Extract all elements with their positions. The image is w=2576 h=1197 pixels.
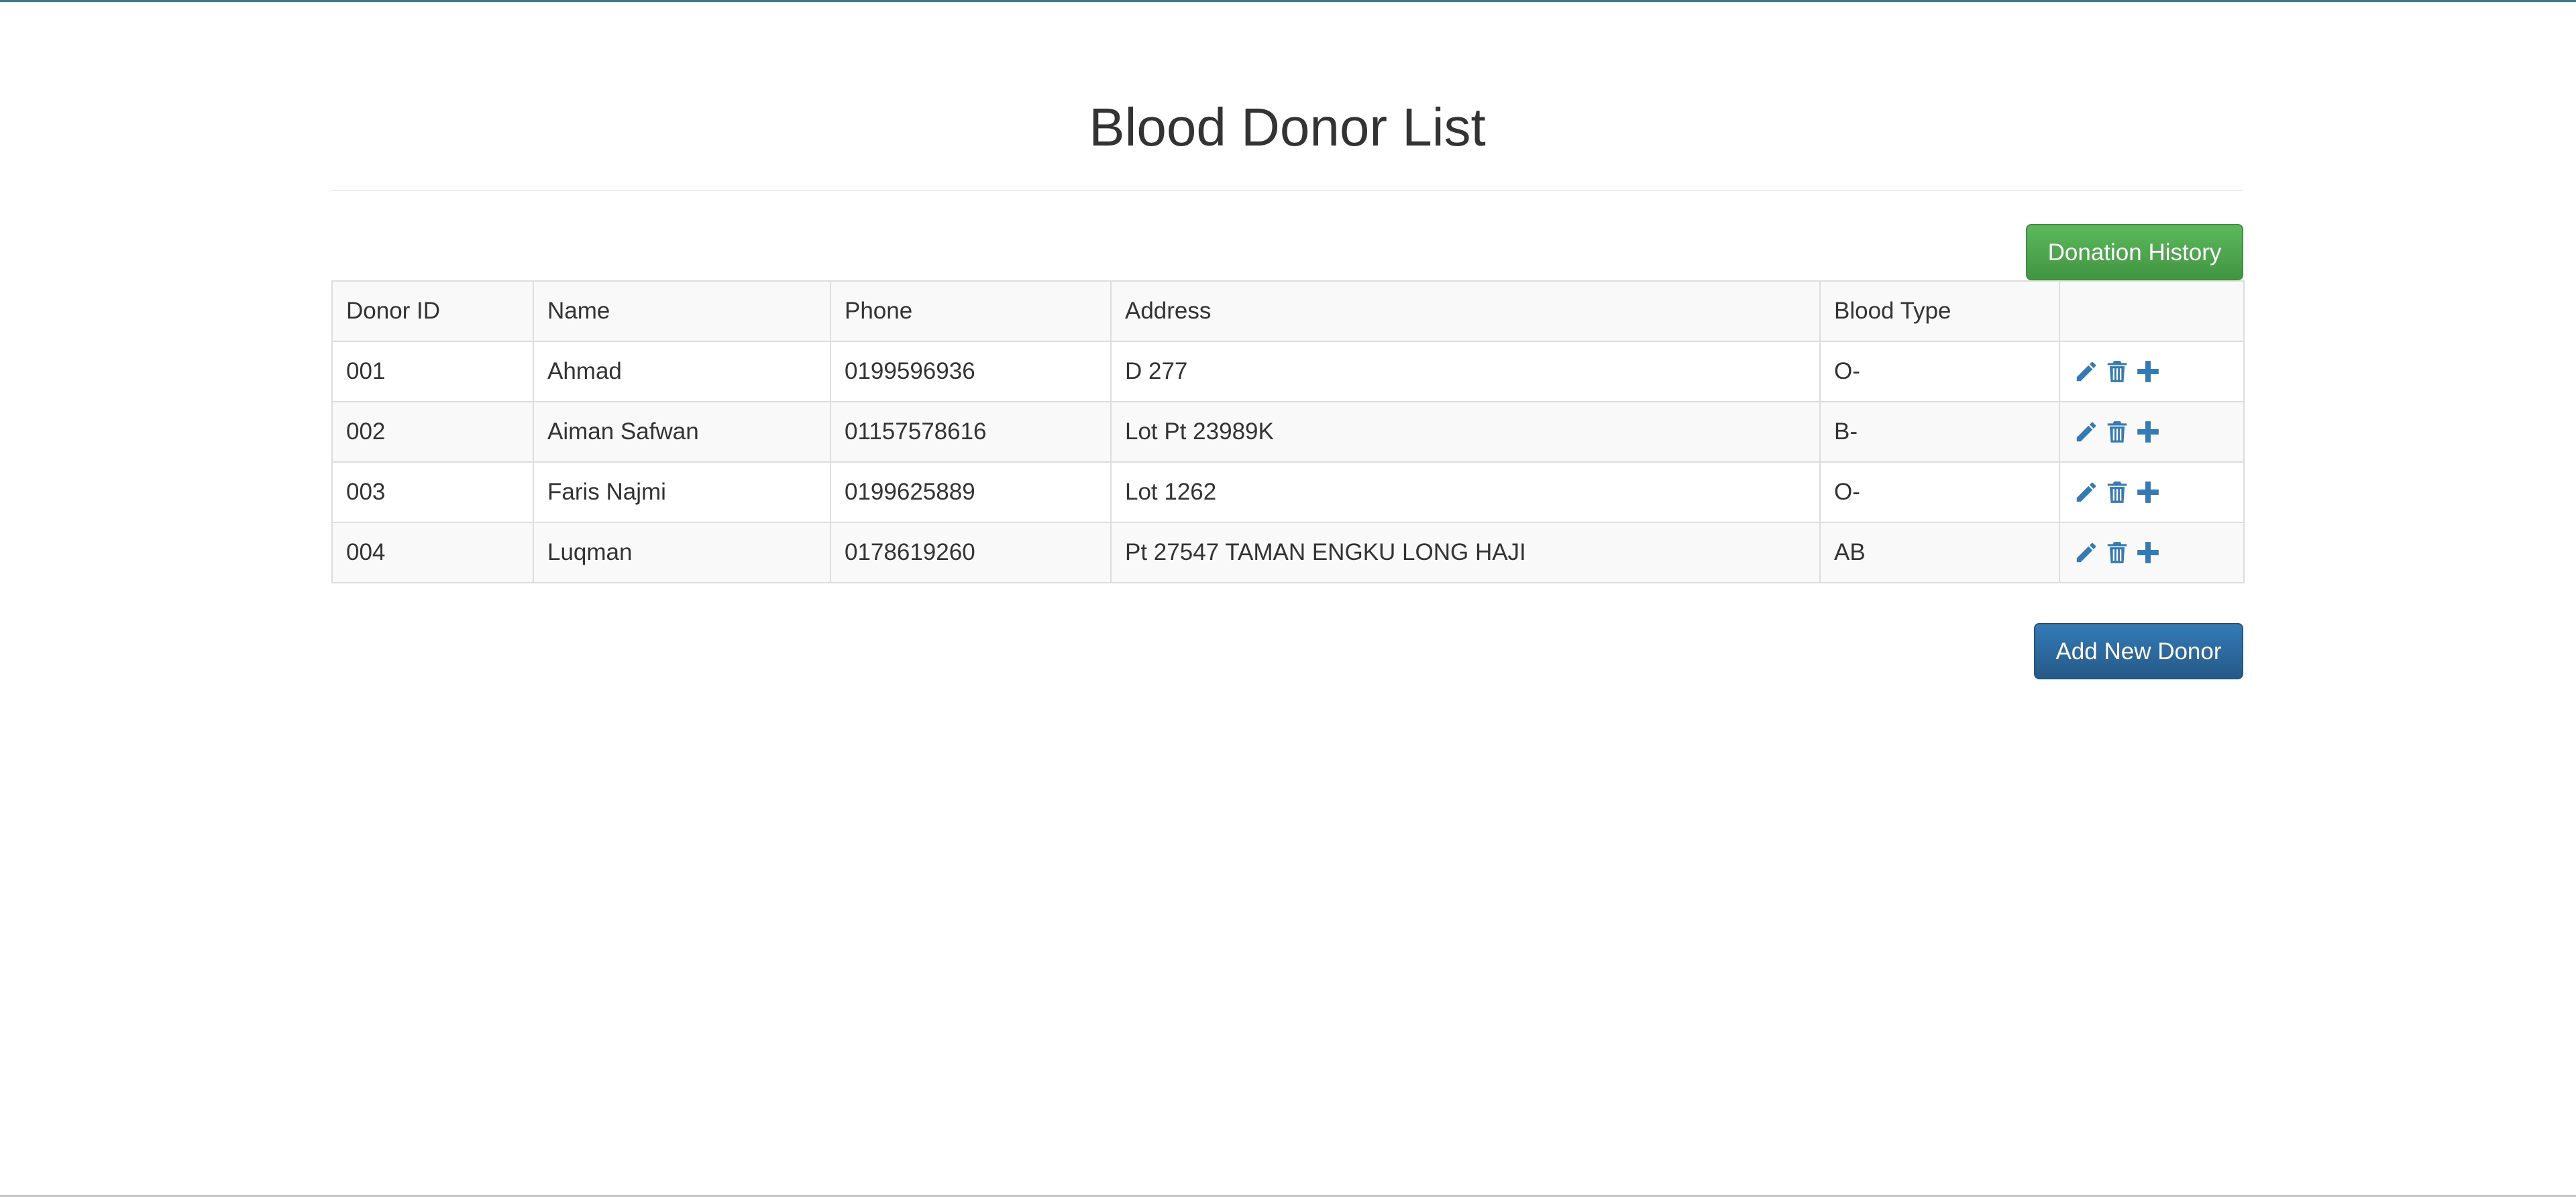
cell-name: Luqman bbox=[533, 522, 831, 583]
row-actions bbox=[2074, 359, 2230, 384]
cell-phone: 0199625889 bbox=[830, 461, 1112, 523]
plus-icon[interactable] bbox=[2135, 479, 2161, 505]
cell-address: Pt 27547 TAMAN ENGKU LONG HAJI bbox=[1110, 522, 1821, 583]
page-header: Blood Donor List bbox=[331, 0, 2243, 191]
cell-address: Lot 1262 bbox=[1110, 461, 1821, 523]
cell-phone: 01157578616 bbox=[830, 401, 1112, 463]
cell-name: Ahmad bbox=[533, 341, 831, 402]
pencil-icon[interactable] bbox=[2074, 540, 2099, 565]
cell-blood-type: O- bbox=[1819, 341, 2060, 402]
cell-actions bbox=[2059, 461, 2245, 523]
cell-donor-id: 003 bbox=[331, 461, 534, 523]
header-phone: Phone bbox=[830, 280, 1112, 342]
cell-phone: 0199596936 bbox=[830, 341, 1112, 402]
header-actions bbox=[2059, 280, 2245, 342]
cell-name: Faris Najmi bbox=[533, 461, 831, 523]
header-address: Address bbox=[1110, 280, 1821, 342]
cell-address: Lot Pt 23989K bbox=[1110, 401, 1821, 463]
trash-icon[interactable] bbox=[2104, 479, 2130, 505]
trash-icon[interactable] bbox=[2104, 359, 2130, 384]
cell-actions bbox=[2059, 341, 2245, 402]
donor-table: Donor ID Name Phone Address Blood Type 0… bbox=[331, 280, 2245, 583]
cell-phone: 0178619260 bbox=[830, 522, 1112, 583]
plus-icon[interactable] bbox=[2135, 540, 2161, 565]
trash-icon[interactable] bbox=[2104, 540, 2130, 565]
plus-icon[interactable] bbox=[2135, 419, 2161, 445]
cell-blood-type: AB bbox=[1819, 522, 2060, 583]
row-actions bbox=[2074, 540, 2230, 565]
cell-address: D 277 bbox=[1110, 341, 1821, 402]
cell-name: Aiman Safwan bbox=[533, 401, 831, 463]
table-row: 003 Faris Najmi 0199625889 Lot 1262 O- bbox=[331, 461, 2245, 523]
cell-blood-type: O- bbox=[1819, 461, 2060, 523]
plus-icon[interactable] bbox=[2135, 359, 2161, 384]
cell-actions bbox=[2059, 522, 2245, 583]
cell-donor-id: 002 bbox=[331, 401, 534, 463]
cell-actions bbox=[2059, 401, 2245, 463]
cell-donor-id: 001 bbox=[331, 341, 534, 402]
table-row: 004 Luqman 0178619260 Pt 27547 TAMAN ENG… bbox=[331, 522, 2245, 583]
pencil-icon[interactable] bbox=[2074, 359, 2099, 384]
header-blood-type: Blood Type bbox=[1819, 280, 2060, 342]
header-name: Name bbox=[533, 280, 831, 342]
add-new-donor-button[interactable]: Add New Donor bbox=[2034, 623, 2243, 679]
row-actions bbox=[2074, 479, 2230, 505]
pencil-icon[interactable] bbox=[2074, 419, 2099, 445]
pencil-icon[interactable] bbox=[2074, 479, 2099, 505]
table-row: 002 Aiman Safwan 01157578616 Lot Pt 2398… bbox=[331, 401, 2245, 463]
donation-history-button[interactable]: Donation History bbox=[2026, 224, 2243, 280]
row-actions bbox=[2074, 419, 2230, 445]
page-title: Blood Donor List bbox=[1089, 97, 1486, 157]
table-header-row: Donor ID Name Phone Address Blood Type bbox=[331, 280, 2245, 342]
cell-blood-type: B- bbox=[1819, 401, 2060, 463]
table-row: 001 Ahmad 0199596936 D 277 O- bbox=[331, 341, 2245, 402]
header-donor-id: Donor ID bbox=[331, 280, 534, 342]
trash-icon[interactable] bbox=[2104, 419, 2130, 445]
cell-donor-id: 004 bbox=[331, 522, 534, 583]
